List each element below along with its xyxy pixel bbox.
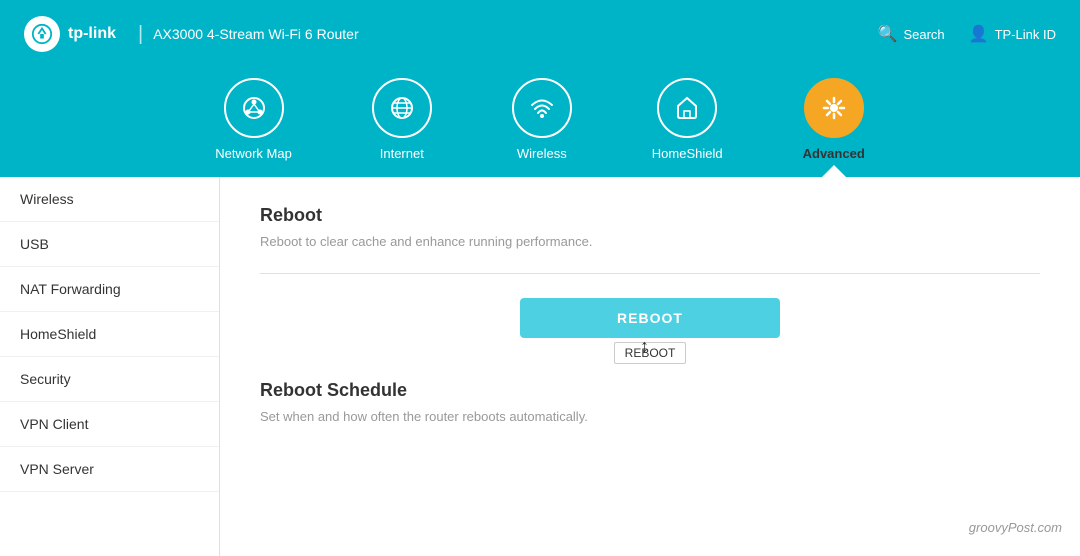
reboot-tooltip: REBOOT (614, 342, 687, 364)
homeshield-icon (657, 78, 717, 138)
network-map-icon (224, 78, 284, 138)
navbar: Network Map Internet (0, 68, 1080, 177)
reboot-description: Reboot to clear cache and enhance runnin… (260, 234, 1040, 249)
sidebar-item-wireless[interactable]: Wireless (0, 177, 219, 222)
reboot-button[interactable]: REBOOT (520, 298, 780, 338)
sidebar-item-vpn-server[interactable]: VPN Server (0, 447, 219, 492)
user-account-button[interactable]: 👤 TP-Link ID (969, 24, 1056, 44)
nav-item-advanced[interactable]: Advanced (763, 68, 905, 177)
reboot-title: Reboot (260, 205, 1040, 226)
search-button[interactable]: 🔍 Search (878, 24, 945, 44)
nav-item-network-map[interactable]: Network Map (175, 68, 332, 177)
sidebar-item-security[interactable]: Security (0, 357, 219, 402)
nav-label-homeshield: HomeShield (652, 146, 723, 161)
nav-label-internet: Internet (380, 146, 424, 161)
advanced-svg (820, 94, 848, 122)
nav-label-wireless: Wireless (517, 146, 567, 161)
nav-label-network-map: Network Map (215, 146, 292, 161)
sidebar-item-usb[interactable]: USB (0, 222, 219, 267)
sidebar-item-homeshield[interactable]: HomeShield (0, 312, 219, 357)
cursor-icon: ↕ (640, 336, 649, 357)
internet-icon (372, 78, 432, 138)
header-divider: | (138, 23, 143, 46)
brand-logo: tp-link | AX3000 4-Stream Wi-Fi 6 Router (24, 16, 359, 52)
wireless-svg (528, 94, 556, 122)
schedule-description: Set when and how often the router reboot… (260, 409, 1040, 424)
nav-item-homeshield[interactable]: HomeShield (612, 68, 763, 177)
nav-item-internet[interactable]: Internet (332, 68, 472, 177)
sidebar-item-vpn-client[interactable]: VPN Client (0, 402, 219, 447)
tp-link-logo: tp-link (24, 16, 116, 52)
search-label: Search (903, 27, 944, 42)
brand-name: tp-link (68, 25, 116, 43)
user-icon: 👤 (969, 24, 989, 44)
nav-item-wireless[interactable]: Wireless (472, 68, 612, 177)
user-label: TP-Link ID (995, 27, 1056, 42)
tp-link-svg-icon (31, 23, 53, 45)
main-container: Wireless USB NAT Forwarding HomeShield S… (0, 177, 1080, 556)
content-area: Reboot Reboot to clear cache and enhance… (220, 177, 1080, 556)
advanced-icon (804, 78, 864, 138)
sidebar-item-nat-forwarding[interactable]: NAT Forwarding (0, 267, 219, 312)
section-divider (260, 273, 1040, 274)
sidebar: Wireless USB NAT Forwarding HomeShield S… (0, 177, 220, 556)
nav-label-advanced: Advanced (803, 146, 865, 161)
header-right: 🔍 Search 👤 TP-Link ID (878, 24, 1056, 44)
header: tp-link | AX3000 4-Stream Wi-Fi 6 Router… (0, 0, 1080, 68)
homeshield-svg (673, 94, 701, 122)
internet-svg (388, 94, 416, 122)
search-icon: 🔍 (878, 24, 898, 44)
schedule-title: Reboot Schedule (260, 380, 1040, 401)
watermark: groovyPost.com (969, 520, 1062, 535)
tp-link-icon (24, 16, 60, 52)
router-model: AX3000 4-Stream Wi-Fi 6 Router (153, 26, 358, 42)
reboot-button-wrapper: REBOOT ↕ REBOOT (260, 298, 1040, 364)
network-map-svg (240, 94, 268, 122)
wireless-icon (512, 78, 572, 138)
